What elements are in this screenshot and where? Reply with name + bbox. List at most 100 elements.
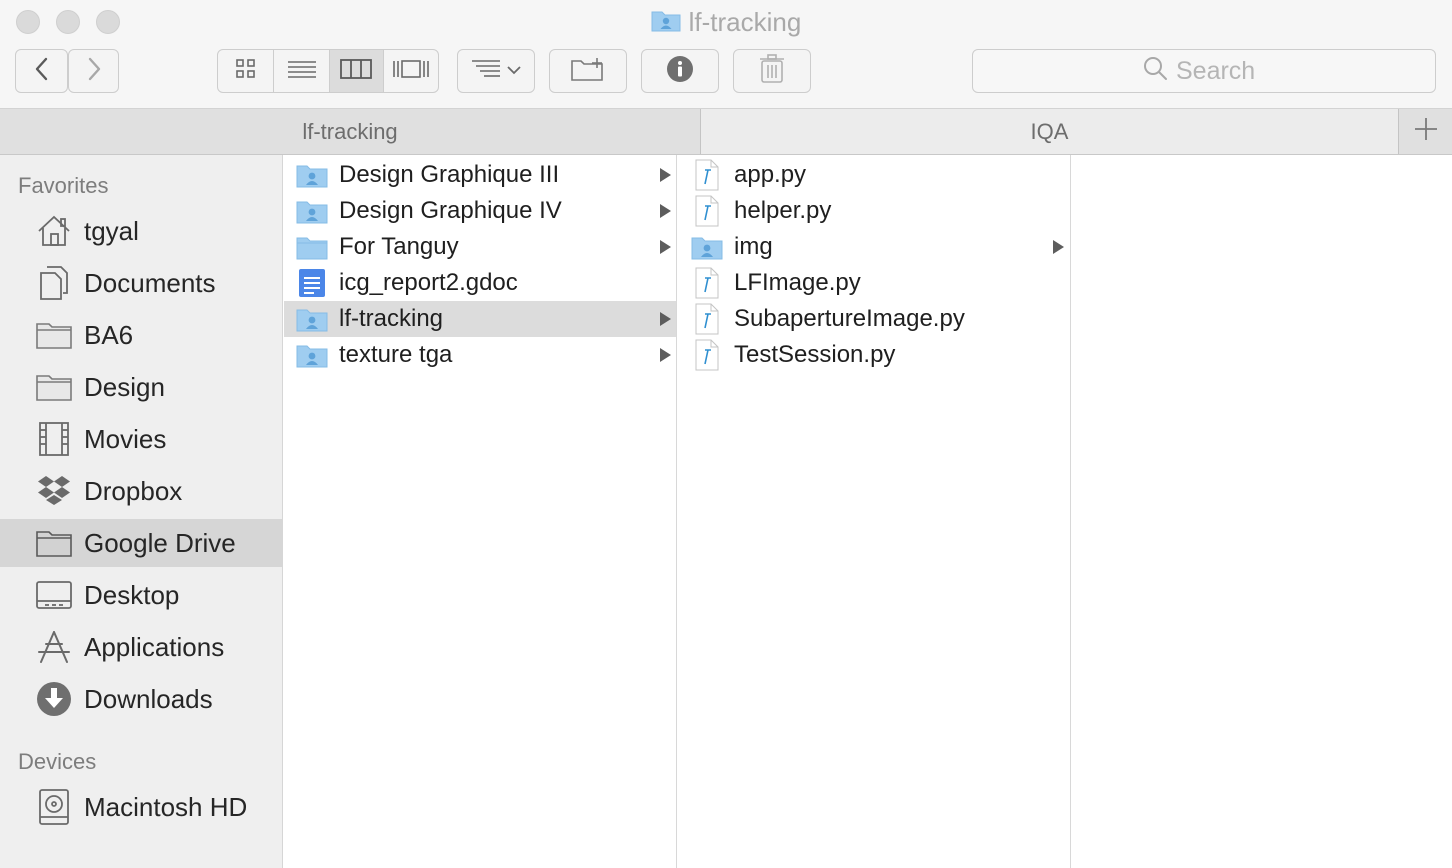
item-label: app.py (734, 161, 807, 188)
sidebar-item-movies[interactable]: Movies (0, 415, 282, 463)
search-icon (1142, 55, 1168, 88)
list-item-design-graphique-iv[interactable]: Design Graphique IV (284, 193, 676, 229)
arrange-menu-button[interactable] (457, 49, 535, 93)
disclosure-arrow-icon (660, 168, 671, 182)
disclosure-arrow-icon (660, 204, 671, 218)
downloads-icon (34, 679, 74, 719)
favorites-heading: Favorites (18, 173, 109, 198)
sidebar-item-label: Movies (84, 423, 167, 454)
sidebar-item-label: Google Drive (84, 527, 236, 558)
movies-icon (34, 419, 74, 459)
sidebar-item-downloads[interactable]: Downloads (0, 675, 282, 723)
list-item-testsession-py[interactable]: TestSession.py (677, 337, 1070, 373)
window-title: lf-tracking (0, 6, 1452, 38)
sidebar-item-label: Desktop (84, 579, 180, 610)
toolbar: lf-tracking (0, 0, 1452, 109)
desktop-icon (34, 575, 74, 615)
sidebar-item-design[interactable]: Design (0, 363, 282, 411)
search-input[interactable] (1176, 56, 1266, 86)
home-icon (34, 211, 74, 251)
list-item-lfimage-py[interactable]: LFImage.py (677, 265, 1070, 301)
column-lf-tracking: app.py helper.py img LFImage.py Subapert… (677, 155, 1070, 868)
new-tab-button[interactable] (1399, 109, 1452, 154)
sidebar-item-desktop[interactable]: Desktop (0, 571, 282, 619)
folder-icon (34, 523, 74, 563)
tab-label: IQA (1030, 118, 1069, 144)
item-label: lf-tracking (339, 305, 444, 332)
tab-lf-tracking[interactable]: lf-tracking (0, 109, 700, 154)
python-file-icon (690, 159, 724, 191)
chevron-left-icon (32, 56, 52, 87)
item-label: TestSession.py (734, 341, 896, 368)
finder-window: lf-tracking Search lf-tracking IQA Favor… (0, 0, 1452, 868)
list-item-app-py[interactable]: app.py (677, 157, 1070, 193)
column-view-button[interactable] (329, 50, 384, 92)
sidebar-item-macintosh-hd[interactable]: Macintosh HD (0, 783, 282, 831)
sidebar-item-google-drive[interactable]: Google Drive (0, 519, 282, 567)
sidebar-item-tgyal[interactable]: tgyal (0, 207, 282, 255)
applications-icon (34, 627, 74, 667)
documents-icon (34, 263, 74, 303)
python-file-icon (690, 339, 724, 371)
sidebar-item-label: tgyal (84, 215, 139, 246)
get-info-button[interactable] (641, 49, 719, 93)
info-icon (666, 55, 694, 88)
move-to-trash-button[interactable] (733, 49, 811, 93)
list-item-design-graphique-iii[interactable]: Design Graphique III (284, 157, 676, 193)
cover-flow-icon (392, 58, 430, 85)
view-mode-selector (217, 49, 439, 93)
new-folder-icon (570, 56, 606, 87)
hard-drive-icon (34, 787, 74, 827)
disclosure-arrow-icon (660, 312, 671, 326)
shared-folder-icon (295, 160, 329, 190)
forward-button[interactable] (68, 49, 119, 93)
chevron-right-icon (84, 56, 104, 87)
shared-folder-icon (295, 340, 329, 370)
search-field[interactable] (972, 49, 1436, 93)
sidebar-item-dropbox[interactable]: Dropbox (0, 467, 282, 515)
devices-heading: Devices (18, 749, 97, 774)
gdoc-icon (295, 268, 329, 298)
sidebar-item-label: Documents (84, 267, 216, 298)
list-item-helper-py[interactable]: helper.py (677, 193, 1070, 229)
sidebar-item-applications[interactable]: Applications (0, 623, 282, 671)
sidebar-item-label: BA6 (84, 319, 134, 350)
list-item-texture-tga[interactable]: texture tga (284, 337, 676, 373)
grid-icon (235, 58, 257, 85)
list-item-icg-report2[interactable]: icg_report2.gdoc (284, 265, 676, 301)
sidebar-item-label: Downloads (84, 683, 213, 714)
shared-folder-icon (651, 8, 681, 37)
sidebar-item-label: Design (84, 371, 165, 402)
item-label: SubapertureImage.py (734, 305, 965, 332)
tab-label: lf-tracking (302, 118, 398, 144)
dropbox-icon (34, 471, 74, 511)
trash-icon (759, 53, 785, 89)
list-view-button[interactable] (274, 50, 330, 92)
list-item-img[interactable]: img (677, 229, 1070, 265)
list-item-for-tanguy[interactable]: For Tanguy (284, 229, 676, 265)
sidebar: Favorites tgyal Documents BA6 Design Mov… (0, 155, 283, 868)
list-item-subapertureimage-py[interactable]: SubapertureImage.py (677, 301, 1070, 337)
folder-icon (295, 232, 329, 262)
plus-icon (1414, 117, 1438, 147)
disclosure-arrow-icon (1053, 240, 1064, 254)
list-item-lf-tracking[interactable]: lf-tracking (284, 301, 676, 337)
python-file-icon (690, 195, 724, 227)
sidebar-item-ba6[interactable]: BA6 (0, 311, 282, 359)
chevron-down-icon (507, 62, 521, 80)
sidebar-item-documents[interactable]: Documents (0, 259, 282, 307)
item-label: icg_report2.gdoc (339, 269, 518, 296)
new-folder-button[interactable] (549, 49, 627, 93)
window-title-text: lf-tracking (688, 6, 802, 37)
folder-icon (34, 315, 74, 355)
cover-flow-view-button[interactable] (384, 50, 439, 92)
item-label: LFImage.py (734, 269, 861, 296)
icon-view-button[interactable] (218, 50, 275, 92)
disclosure-arrow-icon (660, 348, 671, 362)
folder-icon (34, 367, 74, 407)
columns-icon (340, 58, 373, 85)
item-label: helper.py (734, 197, 832, 224)
back-button[interactable] (15, 49, 68, 93)
tab-iqa[interactable]: IQA (701, 109, 1398, 154)
disclosure-arrow-icon (660, 240, 671, 254)
